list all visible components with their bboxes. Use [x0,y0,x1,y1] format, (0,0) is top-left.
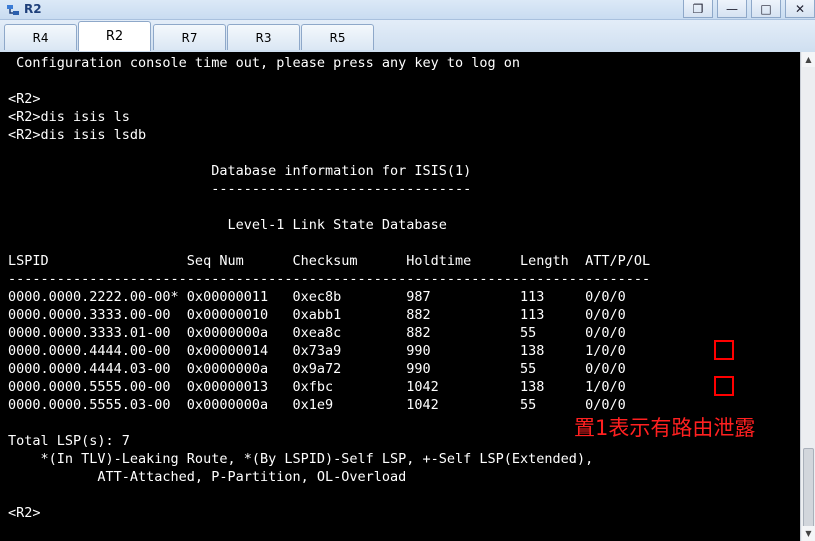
minimize-icon[interactable]: — [717,0,747,18]
terminal-line: 0000.0000.4444.00-00 0x00000014 0x73a9 9… [8,343,626,359]
terminal-line: 0000.0000.5555.03-00 0x0000000a 0x1e9 10… [8,397,626,413]
app-icon [7,5,19,15]
close-icon[interactable]: ✕ [785,0,815,18]
window-controls: ❐ — □ ✕ [679,0,815,18]
tab-r2[interactable]: R2 [78,21,151,51]
tab-r4[interactable]: R4 [4,24,77,50]
terminal-line: 0000.0000.3333.01-00 0x0000000a 0xea8c 8… [8,325,626,341]
terminal-line: 0000.0000.4444.03-00 0x0000000a 0x9a72 9… [8,361,626,377]
title-bar: R2 ❐ — □ ✕ [0,0,815,20]
terminal-line: Database information for ISIS(1) [8,163,472,179]
terminal-line: Configuration console time out, please p… [8,55,521,71]
terminal-line: 0000.0000.5555.00-00 0x00000013 0xfbc 10… [8,379,626,395]
tab-r3[interactable]: R3 [227,24,300,50]
att-bit-highlight [714,340,734,360]
scroll-up-icon[interactable]: ▲ [802,52,815,67]
terminal-line: <R2> [8,91,41,107]
terminal-line: LSPID Seq Num Checksum Holdtime Length A… [8,253,651,269]
terminal-line: <R2>dis isis lsdb [8,127,147,143]
vertical-scrollbar[interactable]: ▲ ▼ [800,52,815,541]
maximize-icon[interactable]: □ [751,0,781,18]
terminal-line: 0000.0000.3333.00-00 0x00000010 0xabb1 8… [8,307,626,323]
tab-r7[interactable]: R7 [153,24,226,50]
annotation-note: 置1表示有路由泄露 [574,416,756,440]
terminal-line: ATT-Attached, P-Partition, OL-Overload [8,469,407,485]
scroll-down-icon[interactable]: ▼ [802,526,815,541]
scroll-thumb[interactable] [803,448,814,528]
terminal-output[interactable]: Configuration console time out, please p… [2,52,800,541]
terminal-line: -------------------------------- [8,181,472,197]
restore-down-icon[interactable]: ❐ [683,0,713,18]
terminal-line: <R2>dis isis ls [8,109,130,125]
terminal-line: *(In TLV)-Leaking Route, *(By LSPID)-Sel… [8,451,594,467]
terminal-line: <R2> [8,505,41,521]
window-title: R2 [24,2,42,16]
terminal-line: 0000.0000.2222.00-00* 0x00000011 0xec8b … [8,289,626,305]
terminal-line: Total LSP(s): 7 [8,433,130,449]
terminal-line: ----------------------------------------… [8,271,651,287]
tab-r5[interactable]: R5 [301,24,374,50]
att-bit-highlight [714,376,734,396]
terminal-line: Level-1 Link State Database [8,217,447,233]
tab-strip: R4 R2 R7 R3 R5 [0,20,815,52]
